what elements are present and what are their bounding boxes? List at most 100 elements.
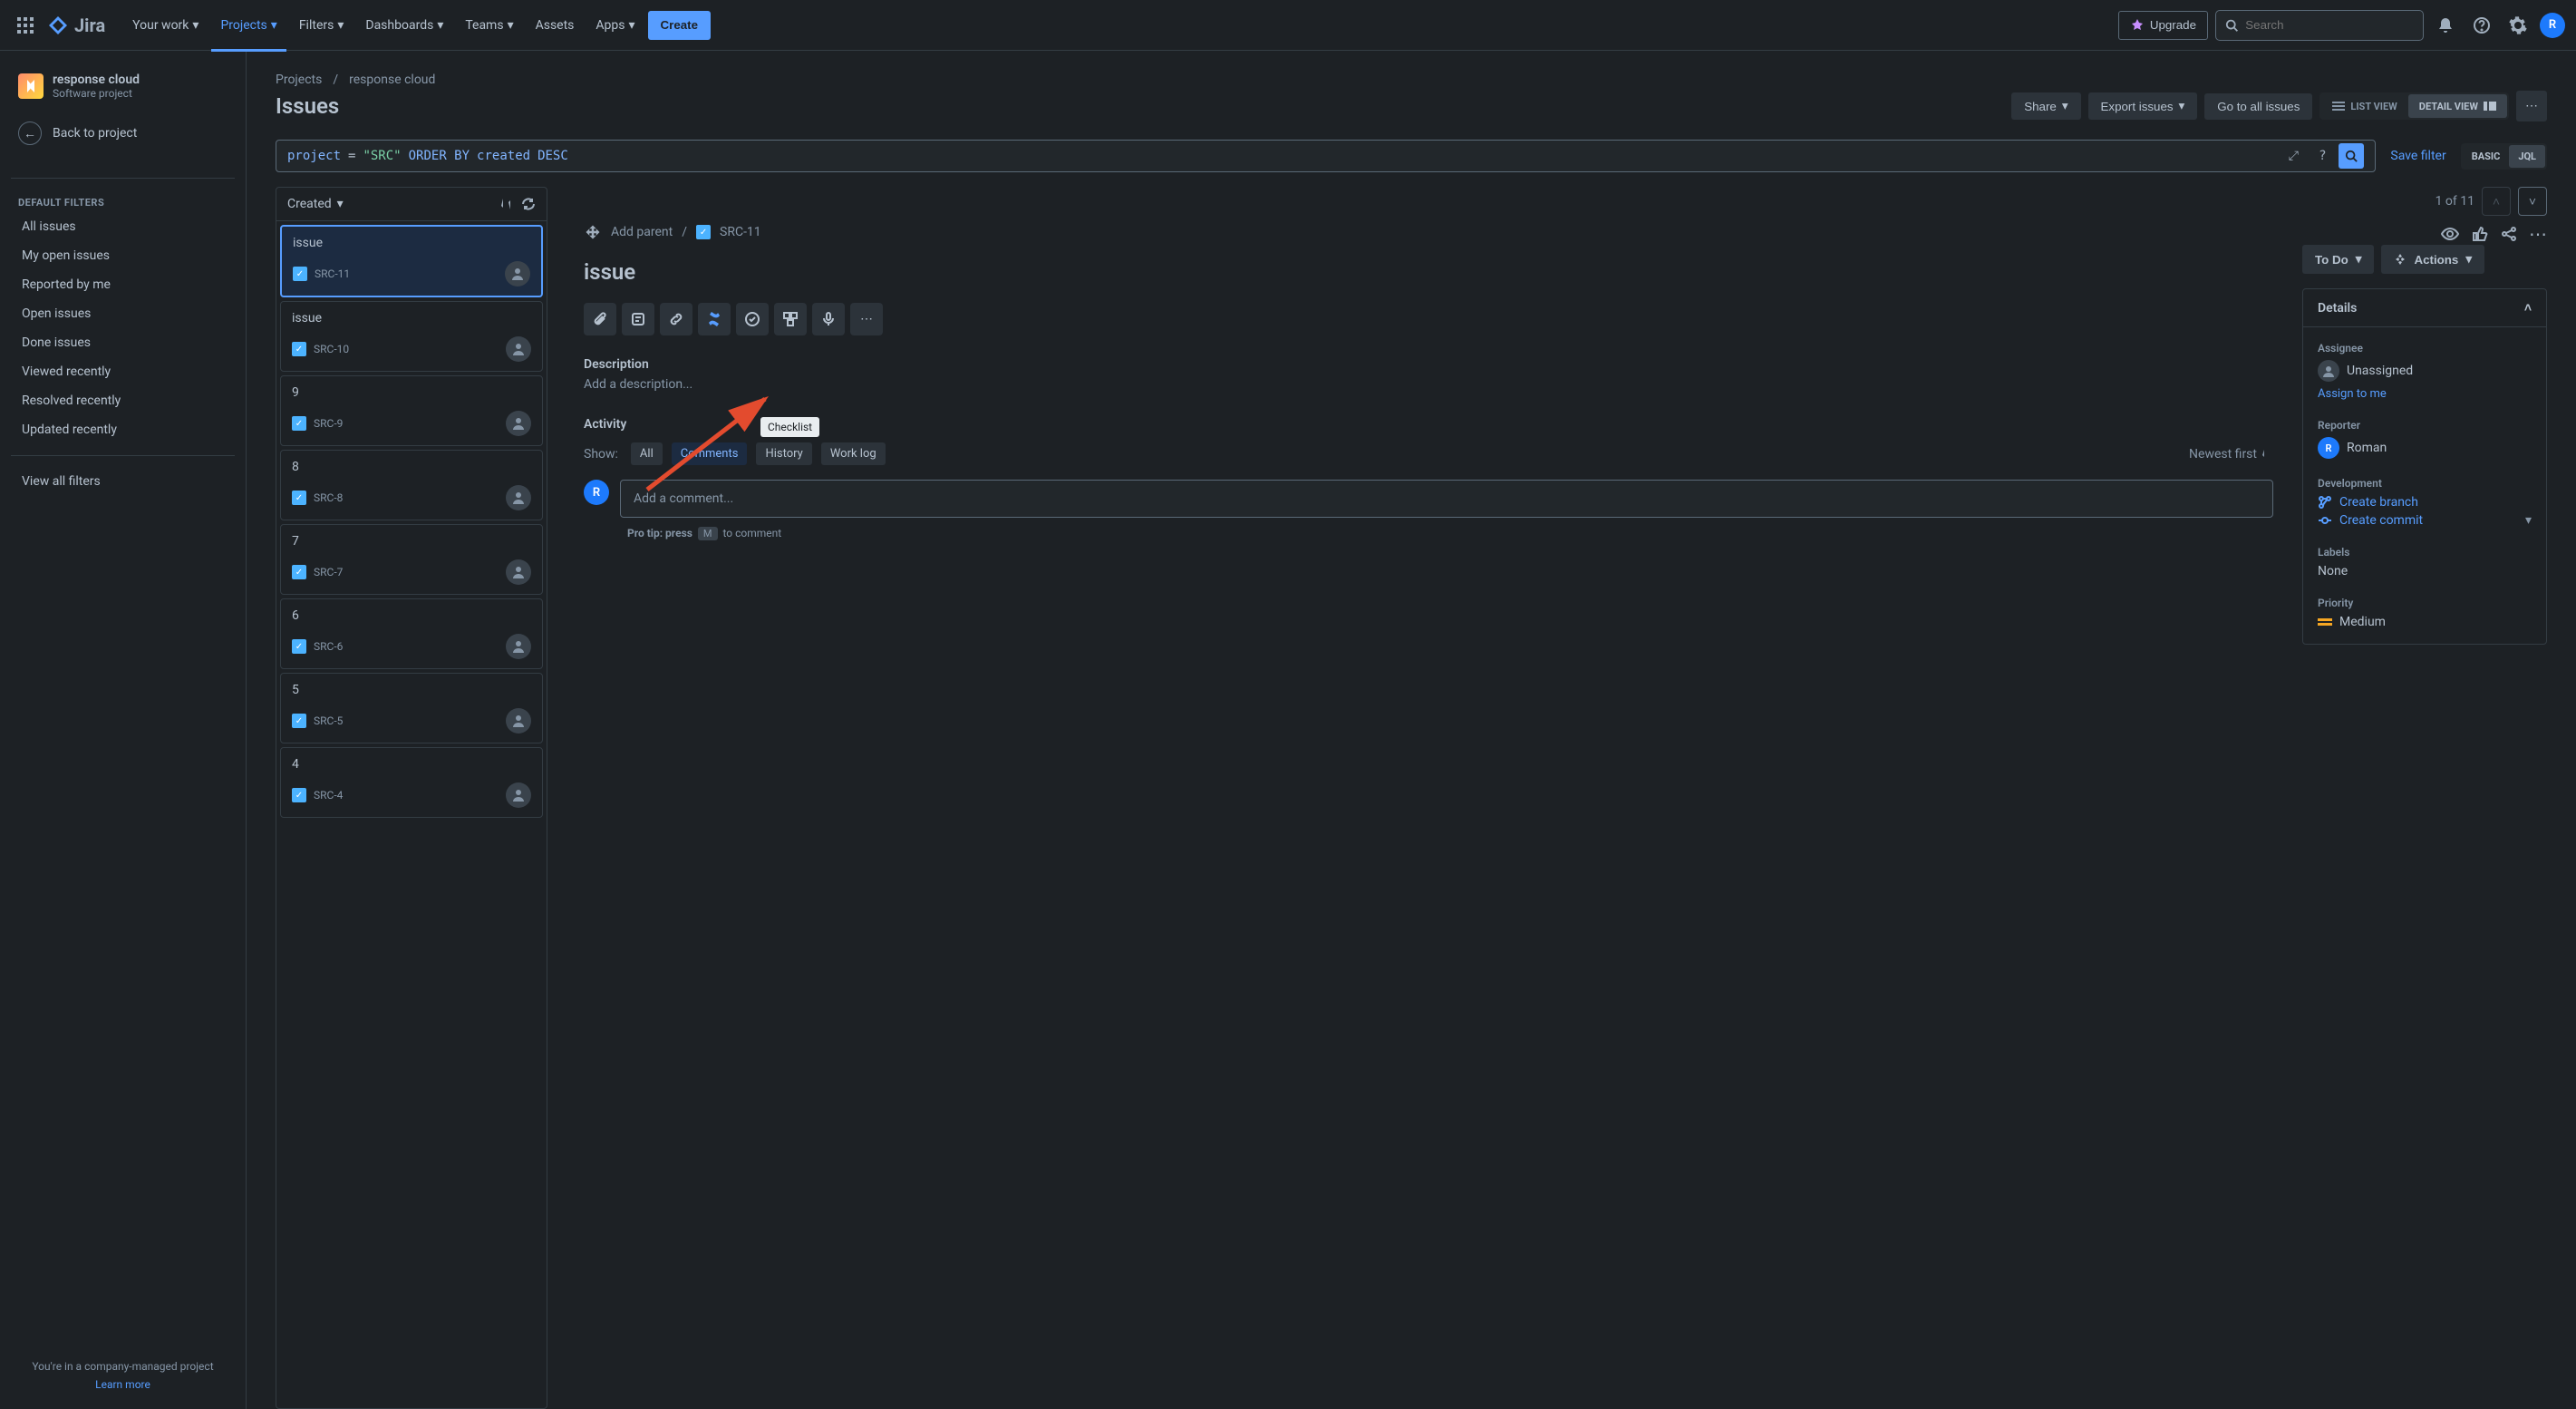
go-to-all-issues[interactable]: Go to all issues — [2204, 93, 2312, 120]
view-all-filters[interactable]: View all filters — [11, 467, 235, 496]
nav-dashboards[interactable]: Dashboards▾ — [356, 11, 452, 40]
issue-card[interactable]: 7 ✓ SRC-7 — [280, 524, 543, 595]
assignee-value[interactable]: Unassigned — [2318, 360, 2532, 382]
status-dropdown[interactable]: To Do ▾ — [2302, 245, 2374, 274]
project-name: response cloud — [53, 73, 140, 87]
description-placeholder[interactable]: Add a description... — [584, 377, 2273, 392]
global-search[interactable] — [2215, 10, 2424, 41]
create-button[interactable]: Create — [648, 11, 712, 40]
filter-item[interactable]: Done issues — [11, 328, 235, 357]
tab-all[interactable]: All — [631, 442, 663, 465]
issue-card[interactable]: 9 ✓ SRC-9 — [280, 375, 543, 446]
notifications-icon[interactable] — [2431, 11, 2460, 40]
jql-input[interactable]: project = "SRC" ORDER BY created DESC ⤢ … — [276, 140, 2376, 172]
tab-comments[interactable]: Comments — [672, 442, 748, 465]
assignee-avatar — [506, 782, 531, 808]
issue-key[interactable]: SRC-11 — [720, 225, 761, 239]
labels-value[interactable]: None — [2318, 564, 2532, 578]
tab-history[interactable]: History — [756, 442, 811, 465]
web-link-icon[interactable] — [774, 303, 807, 335]
issue-card[interactable]: 4 ✓ SRC-4 — [280, 747, 543, 818]
pager-text: 1 of 11 — [2436, 194, 2474, 209]
assignee-label: Assignee — [2318, 342, 2532, 355]
filter-item[interactable]: Reported by me — [11, 270, 235, 299]
issue-key: SRC-7 — [314, 566, 343, 578]
nav-projects[interactable]: Projects▾ — [211, 11, 286, 40]
expand-icon[interactable]: ⤢ — [2281, 143, 2306, 169]
reporter-value[interactable]: R Roman — [2318, 437, 2532, 459]
filter-item[interactable]: All issues — [11, 212, 235, 241]
share-detail-icon[interactable] — [2500, 225, 2518, 243]
nav-apps[interactable]: Apps▾ — [586, 11, 644, 40]
like-icon[interactable] — [2471, 225, 2489, 243]
issue-card[interactable]: issue ✓ SRC-10 — [280, 301, 543, 372]
nav-your-work[interactable]: Your work▾ — [123, 11, 208, 40]
filter-item[interactable]: Resolved recently — [11, 386, 235, 415]
move-icon[interactable] — [584, 223, 602, 241]
comment-input[interactable]: Add a comment... — [620, 480, 2273, 518]
issue-key: SRC-6 — [314, 640, 343, 653]
checklist-icon[interactable] — [736, 303, 769, 335]
nav-teams[interactable]: Teams▾ — [456, 11, 522, 40]
task-type-icon: ✓ — [293, 267, 307, 281]
user-avatar[interactable]: R — [2540, 13, 2565, 38]
voice-icon[interactable] — [812, 303, 845, 335]
upgrade-button[interactable]: Upgrade — [2118, 11, 2208, 40]
more-detail-icon[interactable]: ⋯ — [2529, 223, 2547, 245]
filter-item[interactable]: Open issues — [11, 299, 235, 328]
save-filter-link[interactable]: Save filter — [2390, 149, 2445, 163]
help-icon[interactable] — [2467, 11, 2496, 40]
list-view-toggle[interactable]: LIST VIEW — [2321, 94, 2407, 118]
jira-logo[interactable]: Jira — [47, 15, 105, 36]
create-commit[interactable]: Create commit ▾ — [2318, 513, 2532, 528]
add-parent-link[interactable]: Add parent — [611, 225, 673, 239]
priority-value[interactable]: Medium — [2318, 615, 2532, 629]
nav-filters[interactable]: Filters▾ — [290, 11, 353, 40]
add-child-icon[interactable] — [622, 303, 654, 335]
sort-dropdown[interactable]: Created ▾ — [287, 197, 344, 211]
newest-first[interactable]: Newest first — [2189, 447, 2273, 462]
watch-icon[interactable] — [2440, 224, 2460, 244]
basic-mode[interactable]: BASIC — [2463, 145, 2510, 168]
nav-assets[interactable]: Assets — [527, 11, 584, 40]
filter-item[interactable]: My open issues — [11, 241, 235, 270]
sort-order-icon[interactable] — [499, 197, 514, 211]
share-button[interactable]: Share ▾ — [2011, 92, 2080, 120]
more-actions-icon[interactable]: ⋯ — [2516, 91, 2547, 121]
description-label: Description — [584, 357, 2273, 372]
link-icon[interactable] — [660, 303, 692, 335]
confluence-icon[interactable] — [698, 303, 731, 335]
filter-item[interactable]: Updated recently — [11, 415, 235, 444]
create-branch[interactable]: Create branch — [2318, 495, 2532, 510]
refresh-icon[interactable] — [521, 197, 536, 211]
breadcrumb-project[interactable]: response cloud — [349, 73, 435, 87]
search-input[interactable] — [2245, 18, 2414, 32]
issue-card[interactable]: 5 ✓ SRC-5 — [280, 673, 543, 743]
pager-next[interactable]: ˅ — [2518, 187, 2547, 216]
actions-dropdown[interactable]: Actions ▾ — [2381, 245, 2484, 274]
project-type: Software project — [53, 87, 140, 100]
detail-view-toggle[interactable]: DETAIL VIEW — [2408, 94, 2507, 118]
learn-more-link[interactable]: Learn more — [11, 1378, 235, 1391]
issue-card[interactable]: 6 ✓ SRC-6 — [280, 598, 543, 669]
jql-help-icon[interactable]: ? — [2310, 143, 2335, 169]
attach-icon[interactable] — [584, 303, 616, 335]
assign-to-me[interactable]: Assign to me — [2318, 387, 2532, 401]
settings-icon[interactable] — [2503, 11, 2532, 40]
export-button[interactable]: Export issues ▾ — [2088, 92, 2198, 120]
more-apps-icon[interactable]: ⋯ — [850, 303, 883, 335]
pager-prev[interactable]: ˄ — [2482, 187, 2511, 216]
breadcrumb-projects[interactable]: Projects — [276, 73, 322, 87]
app-switcher-icon[interactable] — [11, 11, 40, 40]
task-type-icon: ✓ — [292, 565, 306, 579]
back-to-project[interactable]: ← Back to project — [11, 114, 235, 152]
details-header[interactable]: Details ˄ — [2303, 289, 2546, 327]
priority-medium-icon — [2318, 615, 2332, 629]
issue-card[interactable]: issue ✓ SRC-11 — [280, 225, 543, 297]
issue-title[interactable]: issue — [584, 259, 2273, 285]
filter-item[interactable]: Viewed recently — [11, 357, 235, 386]
tab-worklog[interactable]: Work log — [821, 442, 886, 465]
issue-card[interactable]: 8 ✓ SRC-8 — [280, 450, 543, 520]
jql-mode[interactable]: JQL — [2509, 145, 2545, 168]
jql-search-icon[interactable] — [2339, 143, 2364, 169]
